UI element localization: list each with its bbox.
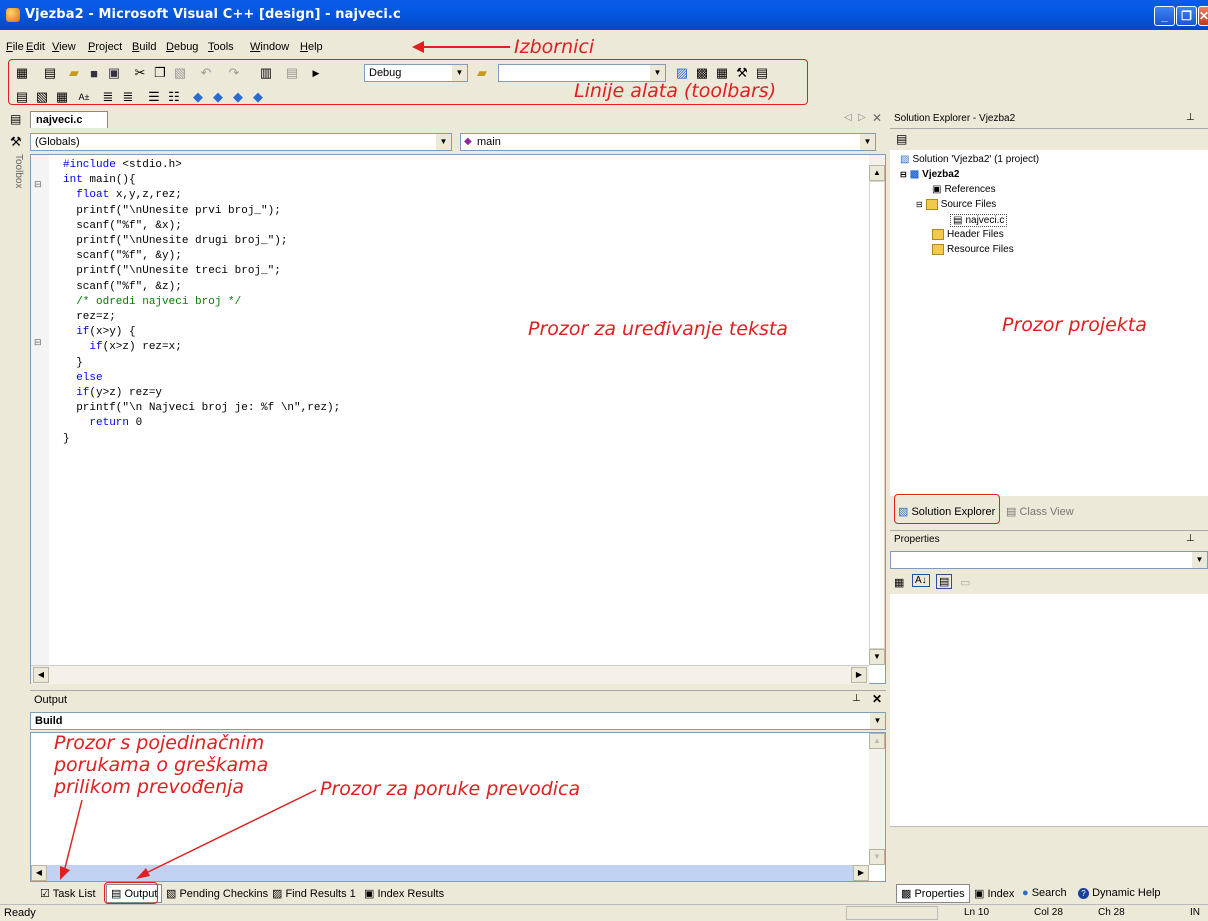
- tab-index-results[interactable]: ▣ Index Results: [364, 887, 444, 900]
- properties-description: [890, 826, 1208, 885]
- tab-class-view[interactable]: ▤ Class View: [1006, 505, 1074, 518]
- class-view-tab-icon: ▤: [1006, 506, 1017, 518]
- solution-icon: ▧: [900, 154, 910, 165]
- property-pages-icon[interactable]: ▭: [960, 576, 970, 589]
- tree-project[interactable]: ⊟ ▩ Vjezba2: [900, 169, 959, 180]
- folder-icon: [932, 229, 944, 240]
- properties-page-icon[interactable]: ▤: [896, 132, 907, 146]
- tab-class-label: Class View: [1019, 506, 1074, 518]
- status-bar: Ready Ln 10 Col 28 Ch 28 IN: [0, 904, 1208, 921]
- annotation-project: Prozor projekta: [1002, 314, 1147, 336]
- tree-file-najveci[interactable]: ▤ najveci.c: [950, 214, 1008, 227]
- solution-tab-highlight: [894, 494, 1000, 524]
- output-tabs: ☑ Task List ▤ Output ▧ Pending Checkins …: [30, 882, 460, 904]
- tab-pending-checkins[interactable]: ▧ Pending Checkins: [166, 887, 268, 900]
- alphabetical-icon[interactable]: A↓: [912, 574, 930, 587]
- compiler-arrow: [143, 789, 317, 875]
- tab-pending-label: Pending Checkins: [179, 888, 269, 900]
- chevron-down-icon: ▼: [1192, 552, 1207, 568]
- tab-find-label: Find Results 1: [285, 888, 356, 900]
- folder-icon: [932, 244, 944, 255]
- collapse-icon: ⊟: [916, 200, 923, 209]
- tree-header-files[interactable]: Header Files: [932, 229, 1004, 240]
- status-ins: IN: [1190, 907, 1200, 918]
- messages-arrow-head: [60, 866, 70, 880]
- tree-resource-files[interactable]: Resource Files: [932, 244, 1014, 255]
- pin-icon[interactable]: ⊥: [1186, 112, 1195, 123]
- project-icon: ▩: [909, 169, 920, 180]
- c-file-icon: ▤: [953, 215, 963, 226]
- status-col: Col 28: [1034, 907, 1063, 918]
- tab-dynamic-help[interactable]: ? Dynamic Help: [1078, 887, 1161, 899]
- solution-header: Solution Explorer - Vjezba2 ⊥: [890, 110, 1208, 129]
- output-tab-highlight: [104, 882, 158, 904]
- tab-task-list[interactable]: ☑ Task List: [40, 887, 96, 900]
- tree-source-files[interactable]: ⊟ Source Files: [916, 199, 996, 210]
- properties-view-icon[interactable]: ▤: [936, 574, 953, 589]
- tree-solution[interactable]: ▧ Solution 'Vjezba2' (1 project): [900, 154, 1039, 165]
- tab-properties-label: Properties: [914, 888, 965, 900]
- tab-find-results[interactable]: ▨ Find Results 1: [272, 887, 356, 900]
- compiler-arrow-head: [136, 868, 150, 879]
- tree-file-label: najveci.c: [965, 215, 1005, 226]
- categorized-icon[interactable]: ▦: [894, 576, 904, 589]
- solution-tabs: ▧ Solution Explorer ▤ Class View: [890, 494, 1208, 524]
- folder-open-icon: [925, 199, 938, 210]
- properties-toolbar: ▦ A↓ ▤ ▭: [890, 572, 1208, 594]
- tab-properties[interactable]: ▩ Properties: [896, 884, 970, 903]
- tree-solution-label: Solution 'Vjezba2' (1 project): [912, 154, 1040, 165]
- status-ch: Ch 28: [1098, 907, 1125, 918]
- tab-index[interactable]: ▣ Index: [974, 887, 1014, 900]
- pin-icon[interactable]: ⊥: [1186, 533, 1195, 544]
- help-icon: ?: [1078, 888, 1089, 899]
- collapse-icon: ⊟: [900, 170, 907, 179]
- tree-resource-label: Resource Files: [947, 244, 1014, 255]
- tree-header-label: Header Files: [947, 229, 1004, 240]
- search-icon: ●: [1022, 887, 1029, 899]
- tree-project-label: Vjezba2: [922, 169, 960, 180]
- status-text: Ready: [4, 907, 36, 919]
- properties-header: Properties ⊥: [890, 530, 1208, 549]
- properties-object-combo[interactable]: ▼: [890, 551, 1208, 569]
- properties-grid[interactable]: [890, 594, 1208, 826]
- solution-toolbar: ▤: [890, 130, 1208, 150]
- tree-references-label: References: [944, 184, 996, 195]
- tree-references[interactable]: ▣ References: [932, 184, 996, 195]
- tree-source-label: Source Files: [940, 199, 997, 210]
- references-icon: ▣: [932, 184, 942, 195]
- tab-search-label: Search: [1031, 887, 1067, 899]
- messages-arrow: [63, 799, 83, 873]
- properties-title: Properties: [894, 534, 940, 545]
- tab-help-label: Dynamic Help: [1092, 887, 1161, 899]
- tab-index-label: Index Results: [377, 888, 445, 900]
- tab-search[interactable]: ● Search: [1022, 887, 1067, 899]
- tab-index-label: Index: [987, 888, 1015, 900]
- solution-title: Solution Explorer - Vjezba2: [894, 113, 1016, 124]
- tab-task-list-label: Task List: [52, 888, 96, 900]
- status-line: Ln 10: [964, 907, 990, 918]
- right-bottom-tabs: ▩ Properties ▣ Index ● Search ? Dynamic …: [890, 884, 1208, 904]
